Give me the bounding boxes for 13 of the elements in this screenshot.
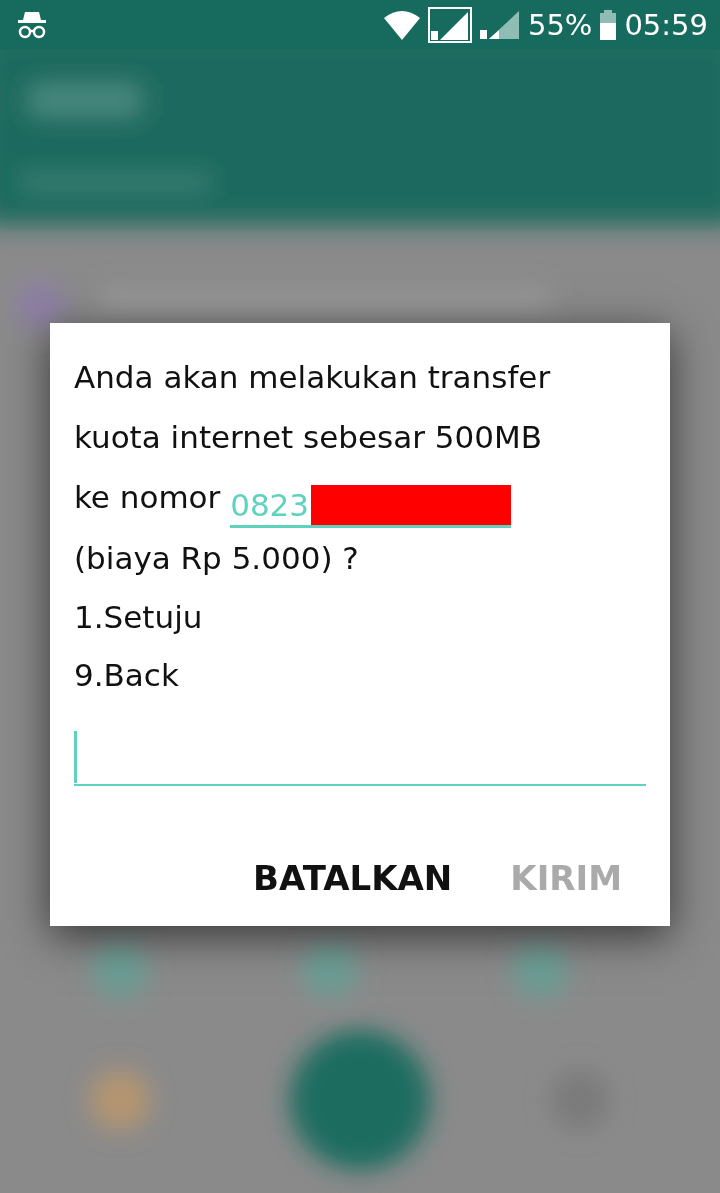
input-field[interactable] xyxy=(74,730,646,786)
wifi-icon xyxy=(383,10,420,40)
signal-icon xyxy=(479,10,520,40)
menu-option: 9.Back xyxy=(74,646,646,704)
battery-icon xyxy=(600,10,617,40)
cancel-button[interactable]: BATALKAN xyxy=(229,846,477,910)
phone-link[interactable]: 0823 xyxy=(230,485,310,525)
signal-icon xyxy=(427,7,472,43)
clock: 05:59 xyxy=(624,10,708,40)
incognito-icon xyxy=(16,10,48,40)
menu-option: 1.Setuju xyxy=(74,588,646,646)
battery-percent: 55% xyxy=(527,10,593,40)
dialog-message: Anda akan melakukan transfer kuota internet sebesar 500MB ke nomor 0823 (biaya Rp 5.000) ? xyxy=(74,358,552,578)
